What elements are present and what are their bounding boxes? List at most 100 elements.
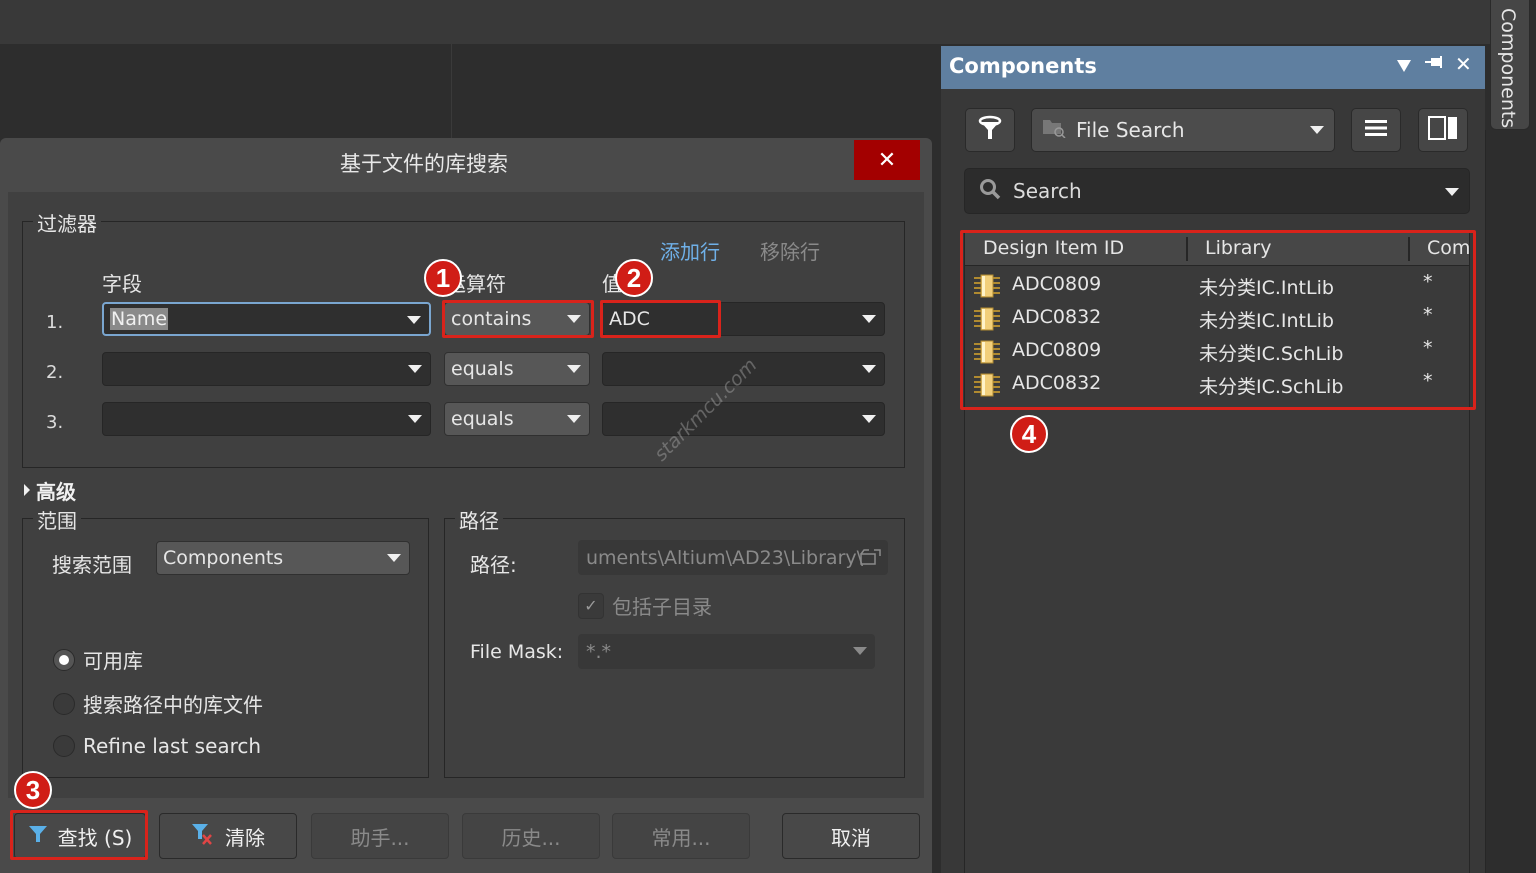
folder-search-icon xyxy=(1042,118,1066,142)
panel-title: Components xyxy=(949,54,1097,78)
favorites-button[interactable]: 常用... xyxy=(612,813,750,859)
filter-row-number: 3. xyxy=(46,412,64,433)
library-name: 未分类IC.SchLib xyxy=(1199,343,1344,365)
dialog-title: 基于文件的库搜索 xyxy=(340,152,508,176)
filter-value-combo[interactable]: ADC xyxy=(602,302,885,336)
filter-field-combo[interactable] xyxy=(102,402,431,436)
folder-open-icon[interactable] xyxy=(860,546,882,571)
split-panel-icon xyxy=(1428,116,1458,144)
filter-operator-value: contains xyxy=(451,308,532,330)
path-group-title: 路径 xyxy=(455,505,503,534)
components-side-tab[interactable]: Components xyxy=(1490,0,1530,130)
filter-field-combo[interactable]: Name xyxy=(102,302,431,336)
component-row[interactable]: ADC0832 未分类IC.SchLib * xyxy=(965,368,1469,401)
search-scope-combo[interactable]: Components xyxy=(156,541,410,575)
helper-button[interactable]: 助手... xyxy=(311,813,449,859)
column-header-library[interactable]: Library xyxy=(1205,237,1271,259)
column-header-design-item-id[interactable]: Design Item ID xyxy=(983,237,1124,259)
annotation-badge-4: 4 xyxy=(1010,415,1048,453)
app-top-bar xyxy=(0,0,1490,44)
include-subdirs-label: 包括子目录 xyxy=(612,595,712,619)
expand-triangle-icon xyxy=(24,484,30,496)
cancel-button[interactable]: 取消 xyxy=(782,813,920,859)
radio-available-libraries[interactable]: 可用库 xyxy=(53,645,143,674)
column-resize-handle[interactable] xyxy=(1408,237,1410,261)
pin-icon[interactable] xyxy=(1425,55,1443,76)
chevron-down-icon xyxy=(567,365,581,373)
search-button-label: 查找 (S) xyxy=(57,825,133,850)
filter-value-text: ADC xyxy=(609,308,650,330)
dialog-close-button[interactable]: ✕ xyxy=(854,140,920,180)
radio-refine-last-search[interactable]: Refine last search xyxy=(53,734,261,758)
preview-toggle-button[interactable] xyxy=(1418,108,1468,152)
filters-group-title: 过滤器 xyxy=(33,208,101,237)
clear-button[interactable]: 清除 xyxy=(159,813,297,859)
radio-label: Refine last search xyxy=(83,734,262,758)
hamburger-icon xyxy=(1365,119,1387,141)
check-icon: ✓ xyxy=(578,592,604,619)
component-search-input[interactable]: Search xyxy=(964,168,1470,214)
component-row[interactable]: ADC0832 未分类IC.IntLib * xyxy=(965,302,1469,335)
column-header-comment[interactable]: Com xyxy=(1427,237,1470,259)
clear-filter-icon xyxy=(191,822,215,851)
design-item-id: ADC0832 xyxy=(1012,372,1102,394)
filter-value-combo[interactable] xyxy=(602,402,885,436)
comment: * xyxy=(1423,337,1433,359)
radio-dot-selected xyxy=(53,648,75,671)
search-button[interactable]: 查找 (S) xyxy=(14,813,146,859)
annotation-badge-1: 1 xyxy=(424,259,462,297)
file-mask-value: *.* xyxy=(586,640,612,663)
comment: * xyxy=(1423,370,1433,392)
chevron-down-icon xyxy=(1310,126,1324,134)
panel-menu-icon[interactable] xyxy=(1397,56,1411,77)
component-chip-icon xyxy=(973,307,1001,336)
filter-row-number: 1. xyxy=(46,312,64,333)
history-button[interactable]: 历史... xyxy=(462,813,600,859)
panel-header: Components ✕ xyxy=(941,46,1485,89)
workspace-divider xyxy=(451,44,452,139)
component-row[interactable]: ADC0809 未分类IC.SchLib * xyxy=(965,335,1469,368)
library-name: 未分类IC.IntLib xyxy=(1199,277,1334,299)
search-scope-value: Components xyxy=(163,547,284,569)
chevron-down-icon xyxy=(862,365,876,373)
radio-libraries-on-path[interactable]: 搜索路径中的库文件 xyxy=(53,689,263,718)
list-view-button[interactable] xyxy=(1351,108,1401,152)
close-icon: ✕ xyxy=(877,147,897,173)
clear-button-label: 清除 xyxy=(225,825,265,850)
radio-dot xyxy=(53,692,75,715)
advanced-label: 高级 xyxy=(36,480,76,504)
radio-label: 可用库 xyxy=(83,649,143,673)
filter-field-value: Name xyxy=(110,308,169,330)
radio-label: 搜索路径中的库文件 xyxy=(83,693,263,717)
advanced-toggle[interactable]: 高级 xyxy=(24,476,76,505)
library-name: 未分类IC.IntLib xyxy=(1199,310,1334,332)
add-row-link[interactable]: 添加行 xyxy=(660,236,720,265)
filter-operator-combo[interactable]: contains xyxy=(444,302,590,336)
remove-row-link[interactable]: 移除行 xyxy=(760,236,820,265)
filter-operator-combo[interactable]: equals xyxy=(444,402,590,436)
filter-funnel-icon xyxy=(28,824,48,849)
column-resize-handle[interactable] xyxy=(1186,237,1188,261)
chevron-down-icon xyxy=(862,415,876,423)
filter-field-combo[interactable] xyxy=(102,352,431,386)
path-input[interactable]: uments\Altium\AD23\Library\ xyxy=(578,540,888,575)
chevron-down-icon xyxy=(862,315,876,323)
source-combo[interactable]: File Search xyxy=(1031,108,1335,152)
design-item-id: ADC0832 xyxy=(1012,306,1102,328)
right-dock-strip xyxy=(1485,130,1536,873)
chevron-down-icon xyxy=(853,647,867,655)
component-row[interactable]: ADC0809 未分类IC.IntLib * xyxy=(965,269,1469,302)
chevron-down-icon xyxy=(567,315,581,323)
filter-operator-combo[interactable]: equals xyxy=(444,352,590,386)
chevron-down-icon xyxy=(407,316,421,324)
include-subdirs-checkbox[interactable]: ✓ 包括子目录 xyxy=(578,591,712,620)
filter-operator-value: equals xyxy=(451,408,514,430)
file-mask-combo[interactable]: *.* xyxy=(578,634,875,669)
filter-operator-value: equals xyxy=(451,358,514,380)
chevron-down-icon xyxy=(408,415,422,423)
chevron-down-icon[interactable] xyxy=(1445,188,1459,196)
panel-close-icon[interactable]: ✕ xyxy=(1455,52,1472,76)
path-value: uments\Altium\AD23\Library\ xyxy=(586,546,864,569)
annotation-badge-3: 3 xyxy=(14,771,52,809)
filter-button[interactable] xyxy=(965,108,1015,152)
